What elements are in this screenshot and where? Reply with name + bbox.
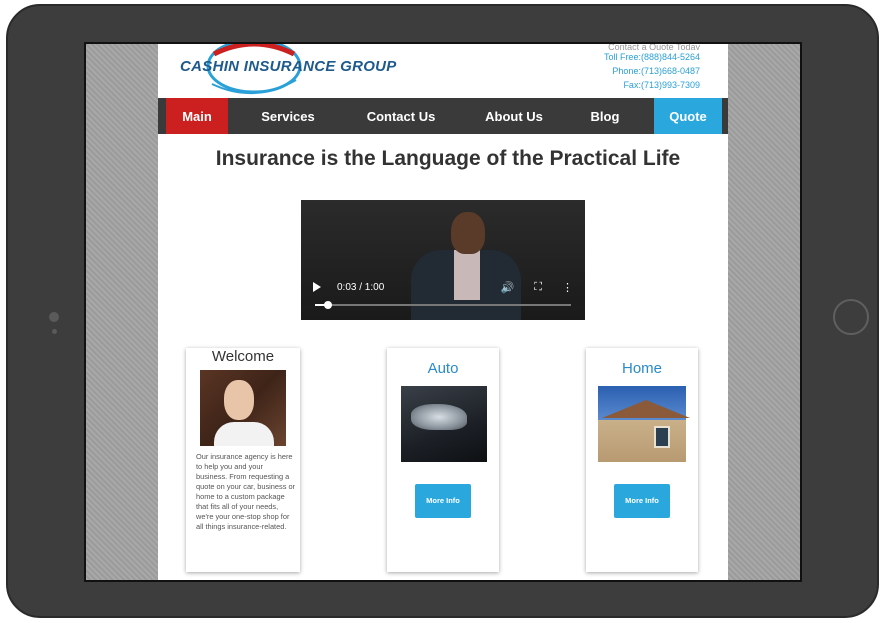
woman-shirt: [214, 422, 274, 446]
nav-about-us[interactable]: About Us: [454, 98, 574, 134]
welcome-title: Welcome: [211, 348, 275, 365]
auto-title[interactable]: Auto: [387, 360, 499, 377]
camera-dot: [49, 312, 59, 322]
car-headlight: [411, 404, 467, 430]
video-progress-knob[interactable]: [323, 301, 332, 309]
tablet-screen: CASHIN INSURANCE GROUP Contact a Quote T…: [84, 42, 802, 582]
logo-text: CASHIN INSURANCE GROUP: [180, 58, 397, 75]
logo[interactable]: CASHIN INSURANCE GROUP: [168, 44, 396, 96]
contact-info: Contact a Quote Today Toll Free:(888)844…: [604, 44, 700, 92]
house-roof: [602, 400, 690, 418]
main-nav: Main Services Contact Us About Us Blog Q…: [158, 98, 728, 134]
more-options-icon[interactable]: ⋮: [562, 281, 573, 294]
auto-more-info-button[interactable]: More Info: [415, 484, 471, 518]
site-header: CASHIN INSURANCE GROUP Contact a Quote T…: [158, 44, 728, 98]
fullscreen-icon[interactable]: ⛶: [534, 281, 542, 294]
nav-main[interactable]: Main: [166, 98, 228, 134]
sensor-dot: [52, 329, 57, 334]
home-button[interactable]: [833, 299, 869, 335]
nav-services[interactable]: Services: [228, 98, 348, 134]
toll-free-number[interactable]: Toll Free:(888)844-5264: [604, 50, 700, 64]
fax-number: Fax:(713)993-7309: [623, 80, 700, 90]
woman-face: [224, 380, 254, 420]
video-time: 0:03 / 1:00: [337, 281, 385, 293]
home-more-info-button[interactable]: More Info: [614, 484, 670, 518]
phone-number[interactable]: Phone:(713)668-0487: [604, 64, 700, 78]
auto-card: Auto More Info: [387, 348, 499, 572]
home-title[interactable]: Home: [586, 360, 698, 377]
nav-contact-us[interactable]: Contact Us: [348, 98, 454, 134]
page-headline: Insurance is the Language of the Practic…: [215, 147, 681, 170]
home-card: Home More Info: [586, 348, 698, 572]
nav-quote[interactable]: Quote: [654, 98, 722, 134]
video-player[interactable]: 0:03 / 1:00 🔊 ⛶ ⋮: [301, 200, 585, 320]
auto-image: [401, 386, 487, 462]
welcome-text: Our insurance agency is here to help you…: [196, 452, 296, 531]
volume-icon[interactable]: 🔊: [501, 281, 515, 294]
video-progress-bar[interactable]: [315, 301, 571, 309]
video-controls: 0:03 / 1:00 🔊 ⛶ ⋮: [313, 278, 573, 296]
house-window: [654, 426, 670, 448]
play-icon[interactable]: [313, 282, 321, 292]
nav-blog[interactable]: Blog: [574, 98, 636, 134]
web-page: CASHIN INSURANCE GROUP Contact a Quote T…: [158, 44, 728, 580]
welcome-image: [200, 370, 286, 446]
welcome-card: Welcome Our insurance agency is here to …: [186, 348, 300, 572]
home-image: [598, 386, 690, 462]
video-person-head: [451, 212, 485, 254]
